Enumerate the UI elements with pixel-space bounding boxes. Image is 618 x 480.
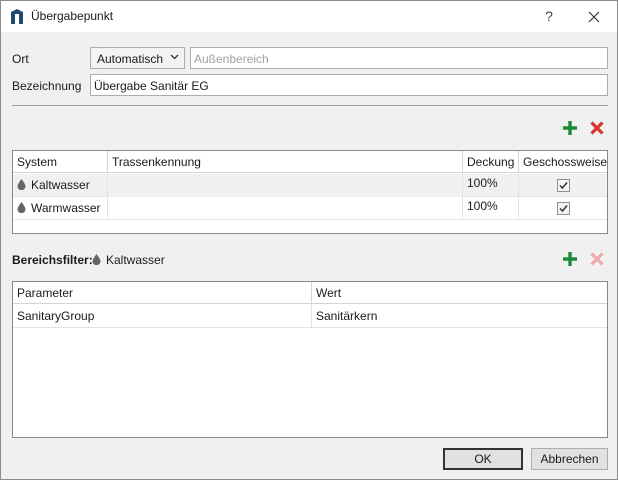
dialog-window: Übergabepunkt ? Ort Automatisch Außenber… <box>0 0 618 480</box>
window-title: Übergabepunkt <box>31 9 114 23</box>
geschossweise-cell[interactable] <box>519 174 607 197</box>
remove-filter-button[interactable] <box>588 250 606 268</box>
bezeichnung-value: Übergabe Sanitär EG <box>94 79 209 93</box>
trasse-cell[interactable] <box>108 174 463 197</box>
ort-placeholder: Außenbereich <box>194 52 269 66</box>
bezeichnung-input[interactable]: Übergabe Sanitär EG <box>90 74 608 96</box>
close-icon <box>588 11 600 23</box>
deckung-cell[interactable]: 100% <box>463 197 519 220</box>
ort-mode-dropdown[interactable]: Automatisch <box>90 47 185 69</box>
parameter-cell[interactable]: SanitaryGroup <box>13 305 312 328</box>
water-drop-icon <box>17 179 26 191</box>
system-name: Kaltwasser <box>31 178 90 192</box>
remove-system-button[interactable] <box>588 119 606 137</box>
table-row[interactable]: Warmwasser 100% <box>13 197 607 220</box>
cancel-button[interactable]: Abbrechen <box>531 448 608 470</box>
table-row[interactable]: Kaltwasser 100% <box>13 174 607 197</box>
title-bar: Übergabepunkt ? <box>1 1 617 32</box>
system-cell[interactable]: Kaltwasser <box>13 174 108 197</box>
checkmark-icon <box>559 182 568 190</box>
column-header-parameter[interactable]: Parameter <box>13 282 312 304</box>
systems-grid-header: System Trassenkennung Deckung Geschosswe… <box>13 151 607 173</box>
filter-grid-header: Parameter Wert <box>13 282 607 304</box>
column-header-deckung[interactable]: Deckung <box>463 151 519 173</box>
filter-system: Kaltwasser <box>92 253 165 267</box>
column-header-geschossweise[interactable]: Geschossweise <box>519 151 607 173</box>
ort-input[interactable]: Außenbereich <box>190 47 608 69</box>
system-cell[interactable]: Warmwasser <box>13 197 108 220</box>
filter-grid: Parameter Wert SanitaryGroup Sanitärkern <box>12 281 608 438</box>
geschossweise-cell[interactable] <box>519 197 607 220</box>
close-button[interactable] <box>577 3 611 30</box>
checkmark-icon <box>559 205 568 213</box>
wert-cell[interactable]: Sanitärkern <box>312 305 607 328</box>
bezeichnung-label: Bezeichnung <box>12 79 82 93</box>
water-drop-icon <box>17 202 26 214</box>
ort-label: Ort <box>12 52 29 66</box>
filter-label: Bereichsfilter: <box>12 253 93 267</box>
filter-system-name: Kaltwasser <box>106 253 165 267</box>
geschossweise-checkbox[interactable] <box>557 179 570 192</box>
deckung-cell[interactable]: 100% <box>463 174 519 197</box>
add-system-button[interactable] <box>561 119 579 137</box>
app-logo-icon <box>11 9 23 24</box>
ok-button[interactable]: OK <box>443 448 523 470</box>
column-header-wert[interactable]: Wert <box>312 282 607 304</box>
column-header-system[interactable]: System <box>13 151 108 173</box>
ort-mode-value: Automatisch <box>97 52 164 66</box>
add-filter-button[interactable] <box>561 250 579 268</box>
section-divider <box>12 105 608 106</box>
help-button[interactable]: ? <box>532 3 566 30</box>
trasse-cell[interactable] <box>108 197 463 220</box>
table-row[interactable]: SanitaryGroup Sanitärkern <box>13 305 607 328</box>
chevron-down-icon <box>170 52 179 63</box>
system-name: Warmwasser <box>31 201 101 215</box>
water-drop-icon <box>92 254 101 266</box>
geschossweise-checkbox[interactable] <box>557 202 570 215</box>
column-header-trassenkennung[interactable]: Trassenkennung <box>108 151 463 173</box>
systems-grid: System Trassenkennung Deckung Geschosswe… <box>12 150 608 234</box>
